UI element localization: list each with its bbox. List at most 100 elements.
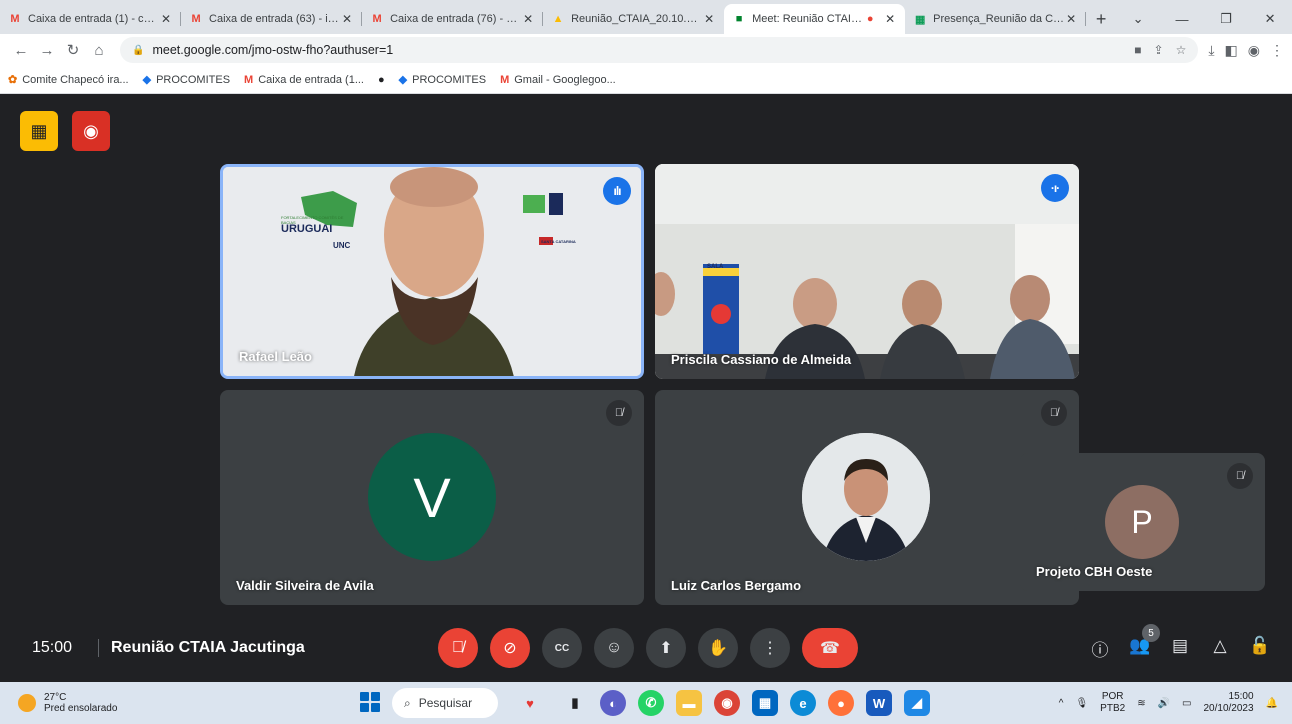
taskbar-search[interactable]: ⌕ Pesquisar: [392, 688, 498, 718]
browser-toolbar: ← → ↻ ⌂ 🔒 meet.google.com/jmo-ostw-fho?a…: [0, 34, 1292, 66]
clock-date: 20/10/2023: [1203, 703, 1254, 714]
chevron-up-icon[interactable]: ^: [1059, 698, 1064, 709]
store-icon[interactable]: ▦: [752, 690, 778, 716]
captions-button[interactable]: CC: [542, 628, 582, 668]
volume-icon[interactable]: 🔊: [1158, 698, 1170, 709]
chat-button[interactable]: ▤: [1168, 636, 1192, 656]
logo-right: SANTA CATARINA: [541, 239, 576, 244]
info-button[interactable]: ⓘ: [1088, 636, 1112, 661]
taskbar-clock[interactable]: 15:00 20/10/2023: [1203, 691, 1253, 715]
notification-bell-icon[interactable]: 🔔: [1266, 698, 1278, 709]
back-icon[interactable]: ←: [8, 42, 34, 59]
participant-tile[interactable]: 🎙̸ Luiz Carlos Bergamo: [655, 390, 1079, 605]
lock-person-icon: 🔓: [1249, 636, 1271, 655]
file-explorer-icon[interactable]: ▬: [676, 690, 702, 716]
download-icon[interactable]: ⤓: [1208, 42, 1214, 59]
sun-icon: [18, 694, 36, 712]
profile-icon[interactable]: ◉: [1248, 42, 1260, 59]
present-button[interactable]: ⬆: [646, 628, 686, 668]
new-tab-button[interactable]: +: [1086, 4, 1116, 34]
restore-icon[interactable]: ❐: [1204, 11, 1248, 27]
bookmark-procomites-2[interactable]: ◆ PROCOMITES: [399, 73, 486, 87]
share-icon[interactable]: ⇪: [1154, 43, 1164, 57]
self-view-tile[interactable]: 🎙̸ P Projeto CBH Oeste: [1020, 453, 1265, 591]
close-icon[interactable]: ✕: [1064, 12, 1078, 26]
host-controls-button[interactable]: 🔓: [1248, 636, 1272, 656]
forward-icon[interactable]: →: [34, 42, 60, 59]
chevron-down-icon[interactable]: ⌄: [1116, 11, 1160, 27]
avatar-initial: V: [413, 465, 451, 529]
word-icon[interactable]: W: [866, 690, 892, 716]
close-icon[interactable]: ✕: [159, 12, 173, 26]
more-options-button[interactable]: ⋮: [750, 628, 790, 668]
photos-icon[interactable]: ◢: [904, 690, 930, 716]
meet-controls-bar: 15:00 Reunião CTAIA Jacutinga 🎙̸ ⊘ CC ☺ …: [0, 620, 1292, 676]
bookmark-comite[interactable]: ✿ Comite Chapecó ira...: [8, 73, 129, 87]
tab-drive[interactable]: ▲ Reunião_CTAIA_20.10.2023 ✕: [543, 4, 724, 34]
tab-meet[interactable]: ■ Meet: Reunião CTAIA / ● ✕: [724, 4, 906, 34]
edge-icon[interactable]: e: [790, 690, 816, 716]
firefox-icon[interactable]: ●: [828, 690, 854, 716]
minimize-icon[interactable]: —: [1160, 12, 1204, 27]
clock-time: 15:00: [1228, 691, 1254, 702]
chrome-icon[interactable]: ◉: [714, 690, 740, 716]
battery-icon[interactable]: ▭: [1182, 698, 1191, 709]
start-button[interactable]: [360, 692, 380, 712]
participant-tile[interactable]: 🎙̸ V Valdir Silveira de Avila: [220, 390, 644, 605]
bookmark-procomites-1[interactable]: ◆ PROCOMITES: [143, 73, 230, 87]
language-indicator[interactable]: POR PTB2: [1100, 691, 1125, 715]
hide-tiles-button[interactable]: ▦: [20, 111, 58, 151]
taskbar-apps: ♥ ▮ ◐ ✆ ▬ ◉ ▦ e ● W ◢: [510, 690, 930, 716]
widgets-icon[interactable]: ♥: [510, 690, 550, 716]
bookmark-gmail-inbox[interactable]: M Caixa de entrada (1...: [244, 74, 364, 86]
participant-tile[interactable]: SALA ·ı· Priscila Cassiano de Almeida: [655, 164, 1079, 379]
emoji-icon: ☺: [605, 639, 623, 656]
raise-hand-button[interactable]: ✋: [698, 628, 738, 668]
logo-main: URUGUAI: [281, 223, 333, 235]
star-icon[interactable]: ☆: [1176, 43, 1187, 57]
participant-tile[interactable]: FORTALECIMENTO COMITÊS DE BACIAS URUGUAI…: [220, 164, 644, 379]
browser-tab-strip: M Caixa de entrada (1) - comi ✕ M Caixa …: [0, 0, 1292, 34]
meet-stage: ▦ ◉ FORTALECIMENTO COMITÊS DE BACIAS URU…: [0, 95, 1292, 682]
reactions-button[interactable]: ☺: [594, 628, 634, 668]
camera-toggle-button[interactable]: ⊘: [490, 628, 530, 668]
tab-label: Caixa de entrada (76) - pro: [390, 13, 522, 25]
chat-app-icon[interactable]: ◐: [600, 690, 626, 716]
close-icon[interactable]: ✕: [883, 12, 897, 26]
recording-button[interactable]: ◉: [72, 111, 110, 151]
address-bar[interactable]: 🔒 meet.google.com/jmo-ostw-fho?authuser=…: [120, 37, 1199, 63]
activities-button[interactable]: △: [1208, 636, 1232, 656]
tab-label: Reunião_CTAIA_20.10.2023: [571, 13, 703, 25]
globe-icon: ●: [378, 73, 385, 86]
tab-sheets[interactable]: ▦ Presença_Reunião da CTAI ✕: [905, 4, 1087, 34]
sidepanel-icon[interactable]: ◧: [1225, 42, 1238, 59]
bookmark-globe[interactable]: ●: [378, 74, 385, 86]
close-icon[interactable]: ✕: [702, 12, 716, 26]
menu-icon[interactable]: ⋮: [1270, 42, 1284, 59]
present-screen-icon: ⬆: [659, 640, 673, 657]
weather-widget[interactable]: 27°C Pred ensolarado: [18, 692, 117, 714]
reload-icon[interactable]: ↻: [60, 41, 86, 59]
task-view-icon[interactable]: ▮: [562, 690, 588, 716]
chat-icon: ▤: [1171, 636, 1189, 655]
tab-gmail-3[interactable]: M Caixa de entrada (76) - pro ✕: [362, 4, 544, 34]
search-placeholder: Pesquisar: [418, 696, 473, 710]
close-window-icon[interactable]: ✕: [1248, 11, 1292, 27]
lock-icon: 🔒: [132, 44, 145, 56]
whatsapp-icon[interactable]: ✆: [638, 690, 664, 716]
tab-gmail-1[interactable]: M Caixa de entrada (1) - comi ✕: [0, 4, 182, 34]
tab-gmail-2[interactable]: M Caixa de entrada (63) - iara ✕: [181, 4, 363, 34]
lang-bottom: PTB2: [1100, 703, 1126, 714]
mic-off-icon: 🎙̸: [1227, 463, 1253, 489]
close-icon[interactable]: ✕: [340, 12, 354, 26]
bookmark-gmail[interactable]: M Gmail - Googlegoo...: [500, 74, 616, 86]
wifi-icon[interactable]: ≋: [1137, 698, 1145, 709]
camera-icon[interactable]: ■: [1134, 43, 1141, 57]
mic-toggle-button[interactable]: 🎙̸: [438, 628, 478, 668]
microphone-icon[interactable]: 🎙: [1075, 698, 1088, 709]
close-icon[interactable]: ✕: [521, 12, 535, 26]
people-button[interactable]: 👥 5: [1128, 624, 1160, 656]
home-icon[interactable]: ⌂: [86, 42, 112, 59]
tab-label: Meet: Reunião CTAIA /: [752, 13, 864, 25]
end-call-button[interactable]: ☎: [802, 628, 858, 668]
